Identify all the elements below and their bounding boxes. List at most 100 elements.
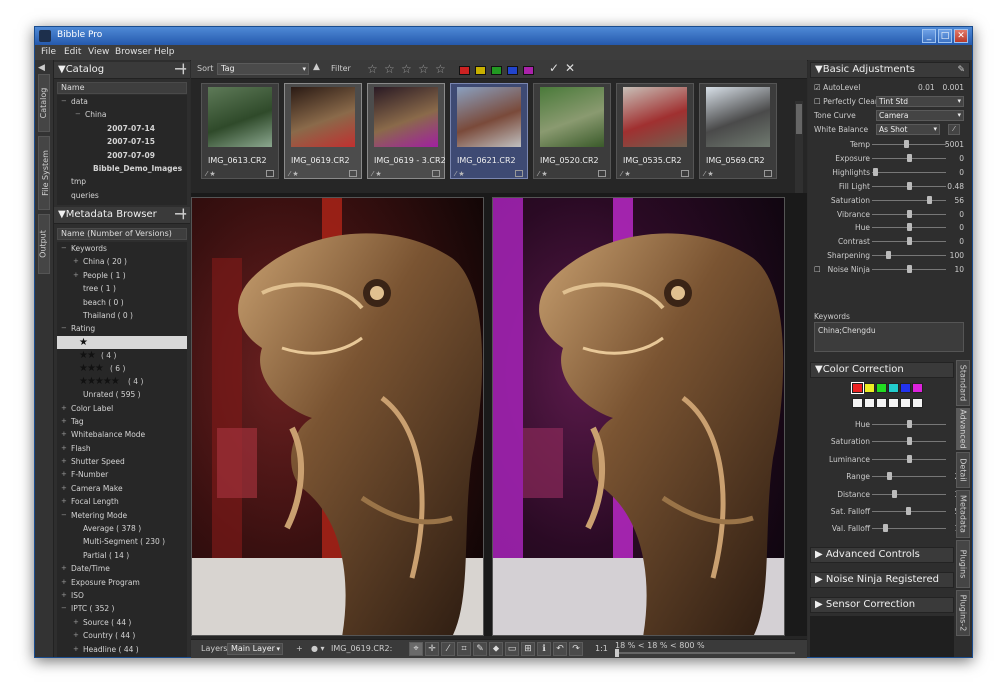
color-swatch[interactable] <box>912 383 923 393</box>
color-swatch-result[interactable] <box>864 398 875 408</box>
color-swatch[interactable] <box>876 383 887 393</box>
slider-knob[interactable] <box>907 237 912 246</box>
metadata-item[interactable]: + Whitebalance Mode <box>57 428 187 441</box>
thumbnail[interactable]: IMG_0535.CR2 ⁄ ★ <box>616 83 694 179</box>
catalog-item[interactable]: queries <box>57 189 187 202</box>
expand-toggle-icon[interactable]: + <box>73 255 79 268</box>
metadata-item[interactable]: − Rating <box>57 322 187 335</box>
noise-ninja-checkbox[interactable]: ☐ <box>814 265 821 274</box>
slider-value[interactable]: 0 <box>959 210 964 219</box>
maximize-button[interactable]: □ <box>938 29 952 43</box>
tab-file-system[interactable]: File System <box>38 136 50 210</box>
basic-adjustments-header[interactable]: ▼Basic Adjustments ✎ <box>810 62 970 78</box>
catalog-column-header[interactable]: Name <box>57 82 187 94</box>
menu-browser[interactable]: Browser <box>115 47 151 57</box>
viewer-tool-icon[interactable]: ↷ <box>569 642 583 656</box>
autolevel-value-1[interactable]: 0.01 <box>918 83 935 92</box>
viewer-tool-icon[interactable]: ⁄ <box>441 642 455 656</box>
keywords-field[interactable]: China;Chengdu <box>814 322 964 352</box>
slider-knob[interactable] <box>903 140 909 148</box>
metadata-item[interactable]: + Headline ( 44 ) <box>57 643 187 656</box>
thumbnail-rating-icon[interactable]: ⁄ ★ <box>538 170 548 178</box>
color-swatch-result[interactable] <box>888 398 899 408</box>
right-tab[interactable]: Plugins <box>956 540 970 588</box>
viewer-tool-icon[interactable]: ↶ <box>553 642 567 656</box>
thumbnail-rating-icon[interactable]: ⁄ ★ <box>704 170 714 178</box>
slider-value[interactable]: 0.48 <box>947 182 964 191</box>
collapse-left-icon[interactable]: ◀ <box>38 63 45 73</box>
slider-value[interactable]: 0 <box>959 168 964 177</box>
filmstrip-scrollbar[interactable] <box>795 101 803 201</box>
rating-filter-star-2[interactable]: ☆ <box>384 62 395 76</box>
expand-toggle-icon[interactable]: + <box>61 428 67 441</box>
color-swatch-result[interactable] <box>900 398 911 408</box>
thumbnail[interactable]: IMG_0569.CR2 ⁄ ★ <box>699 83 777 179</box>
zoom-slider[interactable] <box>615 649 795 657</box>
color-swatch[interactable] <box>888 383 899 393</box>
expand-toggle-icon[interactable]: + <box>61 562 67 575</box>
thumbnail-version-icon[interactable] <box>515 170 523 177</box>
color-swatch-result[interactable] <box>852 398 863 408</box>
rating-filter-star-1[interactable]: ☆ <box>367 62 378 76</box>
metadata-item[interactable]: + Country ( 44 ) <box>57 629 187 642</box>
slider-track[interactable] <box>872 255 946 257</box>
expand-toggle-icon[interactable]: + <box>61 468 67 481</box>
expand-toggle-icon[interactable]: + <box>61 576 67 589</box>
thumbnail-rating-icon[interactable]: ⁄ ★ <box>372 170 382 178</box>
thumbnail-rating-icon[interactable]: ⁄ ★ <box>455 170 465 178</box>
thumbnail-version-icon[interactable] <box>266 170 274 177</box>
expand-toggle-icon[interactable]: + <box>73 269 79 282</box>
preview-image-version[interactable] <box>492 197 785 636</box>
color-swatch-result[interactable] <box>876 398 887 408</box>
rating-row[interactable]: ★ <box>57 335 187 349</box>
metadata-column-header[interactable]: Name (Number of Versions) <box>57 228 187 240</box>
sort-ascending-icon[interactable]: ▲ <box>313 62 320 72</box>
preview-image-original[interactable] <box>191 197 484 636</box>
color-swatch[interactable] <box>900 383 911 393</box>
zoom-slider-knob[interactable] <box>615 649 619 657</box>
thumbnail-version-icon[interactable] <box>349 170 357 177</box>
rating-filter-star-3[interactable]: ☆ <box>401 62 412 76</box>
slider-knob[interactable] <box>887 472 893 481</box>
slider-knob[interactable] <box>907 454 912 463</box>
metadata-item[interactable]: + Color Label <box>57 402 187 415</box>
metadata-item[interactable]: Partial ( 14 ) <box>57 549 187 562</box>
slider-track[interactable] <box>872 171 946 173</box>
metadata-item[interactable]: + China ( 20 ) <box>57 255 187 268</box>
slider-value[interactable]: 0 <box>959 154 964 163</box>
metadata-item[interactable]: + Exposure Program <box>57 576 187 589</box>
thumbnail-version-icon[interactable] <box>764 170 772 177</box>
metadata-item[interactable]: + F-Number <box>57 468 187 481</box>
catalog-item[interactable]: 2007-07-14 <box>57 122 187 135</box>
expand-toggle-icon[interactable]: + <box>73 629 79 642</box>
viewer-tool-icon[interactable]: ✎ <box>473 642 487 656</box>
noise-ninja-header[interactable]: ▶ Noise Ninja Registered <box>810 572 954 588</box>
viewer-tool-icon[interactable]: ⌖ <box>409 642 423 656</box>
slider-track[interactable] <box>872 493 946 495</box>
thumbnail-rating-icon[interactable]: ⁄ ★ <box>621 170 631 178</box>
catalog-item[interactable]: 2007-07-09 <box>57 149 187 162</box>
color-swatch[interactable] <box>864 383 875 393</box>
right-tab[interactable]: Metadata <box>956 490 970 538</box>
slider-value[interactable]: 0 <box>959 237 964 246</box>
expand-toggle-icon[interactable]: + <box>61 402 67 415</box>
rating-row[interactable]: ★★ ( 4 ) <box>57 349 187 362</box>
metadata-item[interactable]: + Shutter Speed <box>57 455 187 468</box>
viewer-tool-icon[interactable]: ▭ <box>505 642 519 656</box>
eyedropper-icon[interactable]: ⁄ <box>948 124 960 135</box>
expand-toggle-icon[interactable]: − <box>61 322 67 335</box>
thumbnail[interactable]: IMG_0621.CR2 ⁄ ★ <box>450 83 528 179</box>
viewer-tool-icon[interactable]: ⬥ <box>489 642 503 656</box>
viewer-tool-icon[interactable]: ℹ <box>537 642 551 656</box>
menu-file[interactable]: File <box>41 47 56 57</box>
slider-knob[interactable] <box>907 209 912 218</box>
right-tab[interactable]: Advanced <box>956 408 970 450</box>
metadata-item[interactable]: Thailand ( 0 ) <box>57 309 187 322</box>
catalog-header[interactable]: ▼Catalog ━╋ <box>54 62 190 79</box>
slider-value[interactable]: 100 <box>950 251 964 260</box>
slider-knob[interactable] <box>926 195 932 204</box>
catalog-item[interactable]: tmp <box>57 175 187 188</box>
metadata-item[interactable]: + Camera Make <box>57 482 187 495</box>
metadata-item[interactable]: Unrated ( 595 ) <box>57 388 187 401</box>
expand-toggle-icon[interactable]: + <box>61 442 67 455</box>
